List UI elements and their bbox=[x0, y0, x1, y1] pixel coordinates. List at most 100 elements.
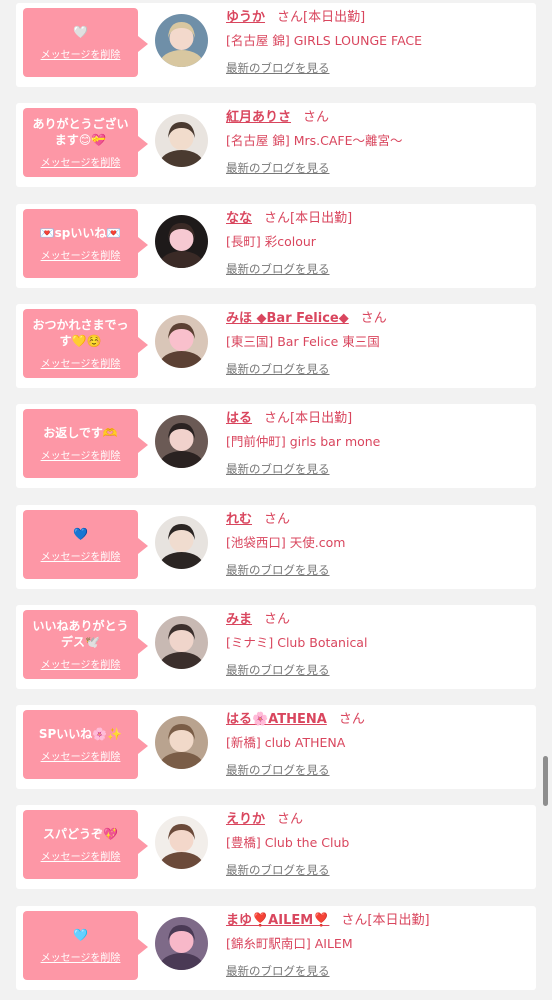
latest-blog-link[interactable]: 最新のブログを見る bbox=[226, 160, 330, 176]
delete-message-link[interactable]: メッセージを削除 bbox=[41, 355, 121, 370]
avatar[interactable] bbox=[155, 916, 208, 970]
message-bubble: お返しです🫶 メッセージを削除 bbox=[23, 409, 148, 479]
sender-name-link[interactable]: れむ bbox=[226, 512, 252, 527]
latest-blog-link[interactable]: 最新のブログを見る bbox=[226, 662, 330, 678]
delete-message-link[interactable]: メッセージを削除 bbox=[41, 748, 121, 763]
message-bubble: おつかれさまでっす💛☺️ メッセージを削除 bbox=[23, 308, 148, 378]
name-row: れむ さん bbox=[226, 508, 290, 527]
delete-message-link[interactable]: メッセージを削除 bbox=[41, 247, 121, 262]
delete-message-link[interactable]: メッセージを削除 bbox=[41, 656, 121, 671]
message-card: スパどうぞ💖 メッセージを削除 えりか さん [豊橋] Club the Club… bbox=[16, 805, 536, 890]
message-bubble: いいねありがとうデス🕊️ メッセージを削除 bbox=[23, 609, 148, 679]
message-bubble: スパどうぞ💖 メッセージを削除 bbox=[23, 810, 148, 880]
delete-message-link[interactable]: メッセージを削除 bbox=[41, 548, 121, 563]
sender-name-link[interactable]: みま bbox=[226, 612, 252, 627]
honorific: さん bbox=[341, 912, 368, 928]
delete-message-link[interactable]: メッセージを削除 bbox=[41, 949, 121, 964]
avatar-photo bbox=[155, 615, 208, 669]
latest-blog-link[interactable]: 最新のブログを見る bbox=[226, 963, 330, 979]
avatar[interactable] bbox=[155, 515, 208, 569]
shop-name: [門前仲町] girls bar mone bbox=[226, 434, 381, 450]
sender-name-link[interactable]: えりか bbox=[226, 812, 265, 827]
message-card: お返しです🫶 メッセージを削除 はる さん[本日出勤] [門前仲町] girls … bbox=[16, 404, 536, 489]
honorific: さん bbox=[277, 812, 304, 828]
avatar-photo bbox=[155, 314, 208, 368]
avatar-photo bbox=[155, 916, 208, 970]
sender-name-link[interactable]: はる🌸ATHENA bbox=[226, 712, 327, 727]
honorific: さん bbox=[277, 10, 304, 25]
shop-name: [長町] 彩colour bbox=[226, 233, 316, 249]
avatar[interactable] bbox=[155, 314, 208, 368]
message-text: おつかれさまでっす💛☺️ bbox=[32, 317, 129, 348]
message-text: SPいいね🌸✨ bbox=[38, 727, 123, 742]
message-card: いいねありがとうデス🕊️ メッセージを削除 みま さん [ミナミ] Club Bo… bbox=[16, 604, 536, 689]
message-text: いいねありがとうデス🕊️ bbox=[32, 618, 129, 649]
message-bubble: ありがとうございます😊💝 メッセージを削除 bbox=[23, 108, 148, 178]
latest-blog-link[interactable]: 最新のブログを見る bbox=[226, 261, 330, 277]
avatar[interactable] bbox=[155, 14, 208, 67]
avatar-photo bbox=[155, 14, 208, 67]
work-status: [本日出勤] bbox=[290, 411, 353, 427]
delete-message-link[interactable]: メッセージを削除 bbox=[41, 447, 121, 462]
sender-name-link[interactable]: ゆうか bbox=[226, 10, 265, 25]
message-bubble: 💌spいいね💌 メッセージを削除 bbox=[23, 208, 148, 278]
delete-message-link[interactable]: メッセージを削除 bbox=[41, 848, 121, 863]
shop-name: [ミナミ] Club Botanical bbox=[226, 634, 368, 650]
honorific: さん bbox=[360, 310, 387, 326]
honorific: さん bbox=[303, 110, 330, 126]
avatar[interactable] bbox=[155, 716, 208, 770]
message-card: 🩵 メッセージを削除 まゆ❣️AILEM❣️ さん[本日出勤] [錦糸町駅南口] … bbox=[16, 905, 536, 990]
name-row: まゆ❣️AILEM❣️ さん[本日出勤] bbox=[226, 909, 430, 928]
message-text: 🤍 bbox=[73, 25, 88, 39]
delete-message-link[interactable]: メッセージを削除 bbox=[41, 46, 121, 61]
name-row: みほ ◆Bar Felice◆ さん bbox=[226, 307, 387, 326]
message-bubble: SPいいね🌸✨ メッセージを削除 bbox=[23, 710, 148, 780]
latest-blog-link[interactable]: 最新のブログを見る bbox=[226, 60, 330, 76]
shop-name: [名古屋 錦] Mrs.CAFE〜離宮〜 bbox=[226, 133, 403, 149]
avatar[interactable] bbox=[155, 415, 208, 469]
avatar[interactable] bbox=[155, 114, 208, 168]
work-status: [本日出勤] bbox=[367, 912, 430, 928]
message-bubble: 💙 メッセージを削除 bbox=[23, 509, 148, 579]
message-card: 💌spいいね💌 メッセージを削除 なな さん[本日出勤] [長町] 彩colour… bbox=[16, 203, 536, 288]
honorific: さん bbox=[264, 210, 291, 226]
honorific: さん bbox=[338, 712, 365, 728]
avatar-photo bbox=[155, 114, 208, 168]
sender-name-link[interactable]: みほ ◆Bar Felice◆ bbox=[226, 311, 349, 326]
scrollbar[interactable] bbox=[543, 756, 548, 806]
name-row: はる さん[本日出勤] bbox=[226, 407, 352, 426]
latest-blog-link[interactable]: 最新のブログを見る bbox=[226, 562, 330, 578]
latest-blog-link[interactable]: 最新のブログを見る bbox=[226, 361, 330, 377]
message-card: おつかれさまでっす💛☺️ メッセージを削除 みほ ◆Bar Felice◆ さん … bbox=[16, 303, 536, 388]
avatar-photo bbox=[155, 515, 208, 569]
shop-name: [新橋] club ATHENA bbox=[226, 735, 346, 751]
sender-name-link[interactable]: まゆ❣️AILEM❣️ bbox=[226, 913, 329, 928]
avatar[interactable] bbox=[155, 615, 208, 669]
message-card: SPいいね🌸✨ メッセージを削除 はる🌸ATHENA さん [新橋] club A… bbox=[16, 705, 536, 790]
shop-name: [名古屋 錦] GIRLS LOUNGE FACE bbox=[226, 33, 423, 48]
avatar-photo bbox=[155, 415, 208, 469]
latest-blog-link[interactable]: 最新のブログを見る bbox=[226, 862, 330, 878]
sender-name-link[interactable]: なな bbox=[226, 211, 252, 226]
honorific: さん bbox=[264, 511, 291, 527]
latest-blog-link[interactable]: 最新のブログを見る bbox=[226, 461, 330, 477]
avatar-photo bbox=[155, 816, 208, 870]
message-text: ありがとうございます😊💝 bbox=[32, 117, 129, 148]
honorific: さん bbox=[264, 411, 291, 427]
latest-blog-link[interactable]: 最新のブログを見る bbox=[226, 762, 330, 778]
shop-name: [錦糸町駅南口] AILEM bbox=[226, 935, 353, 951]
message-text: お返しです🫶 bbox=[43, 426, 118, 441]
delete-message-link[interactable]: メッセージを削除 bbox=[41, 154, 121, 169]
avatar-photo bbox=[155, 716, 208, 770]
sender-name-link[interactable]: はる bbox=[226, 411, 252, 426]
message-text: 🩵 bbox=[73, 927, 88, 942]
name-row: なな さん[本日出勤] bbox=[226, 207, 352, 226]
name-row: はる🌸ATHENA さん bbox=[226, 708, 365, 727]
work-status: [本日出勤] bbox=[290, 210, 353, 226]
message-card: 🤍 メッセージを削除 ゆうか さん[本日出勤] [名古屋 錦] GIRLS LOU… bbox=[16, 3, 536, 87]
avatar[interactable] bbox=[155, 816, 208, 870]
avatar[interactable] bbox=[155, 214, 208, 268]
name-row: 紅月ありさ さん bbox=[226, 106, 329, 125]
name-row: みま さん bbox=[226, 608, 290, 627]
sender-name-link[interactable]: 紅月ありさ bbox=[226, 110, 291, 125]
